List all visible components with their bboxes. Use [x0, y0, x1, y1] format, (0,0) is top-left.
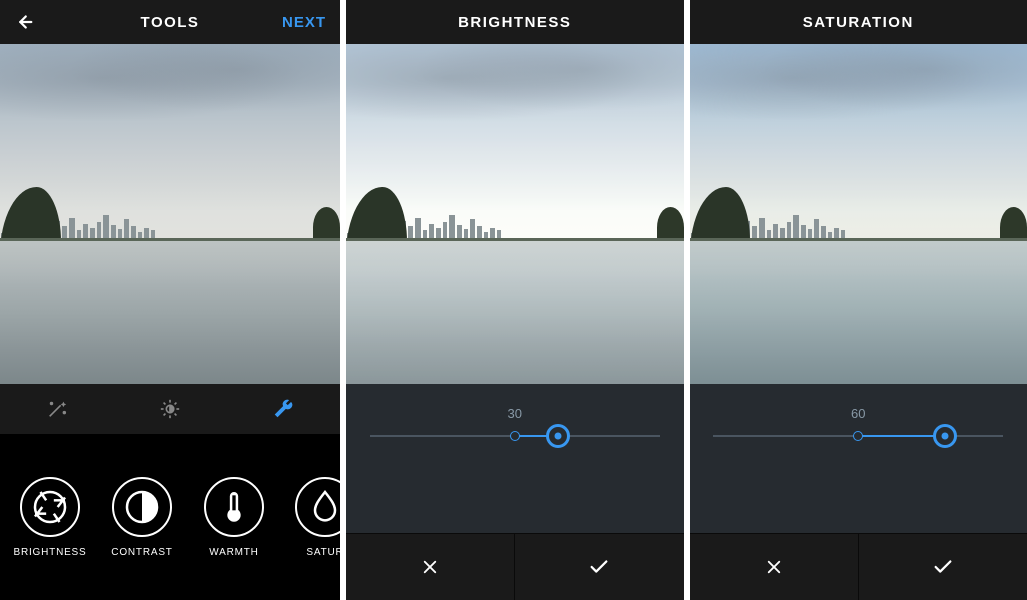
- brightness-screen: BRIGHTNESS 30: [346, 0, 684, 600]
- slider-area: 30: [346, 384, 684, 533]
- tool-saturation[interactable]: SATUR: [280, 477, 340, 558]
- sun-contrast-icon: [159, 398, 181, 420]
- cancel-button[interactable]: [690, 534, 858, 600]
- tool-contrast[interactable]: CONTRAST: [96, 477, 188, 558]
- slider-knob[interactable]: [546, 424, 570, 448]
- brightness-slider[interactable]: [370, 435, 660, 437]
- header-title: TOOLS: [141, 14, 200, 31]
- confirm-button[interactable]: [515, 534, 683, 600]
- tools-screen: TOOLS NEXT: [0, 0, 340, 600]
- photo-preview: [346, 44, 684, 384]
- confirm-button[interactable]: [859, 534, 1027, 600]
- saturation-icon: [295, 477, 340, 537]
- tool-label: WARMTH: [209, 547, 258, 558]
- thermometer-icon: [204, 477, 264, 537]
- tab-magic[interactable]: [0, 384, 113, 434]
- saturation-screen: SATURATION 60: [690, 0, 1027, 600]
- close-icon: [765, 558, 783, 576]
- aperture-icon: [20, 477, 80, 537]
- next-label: NEXT: [282, 14, 326, 31]
- saturation-slider[interactable]: [713, 435, 1003, 437]
- cancel-button[interactable]: [346, 534, 514, 600]
- slider-area: 60: [690, 384, 1027, 533]
- slider-origin-icon: [510, 431, 520, 441]
- photo-preview: [0, 44, 340, 384]
- wrench-icon: [272, 398, 294, 420]
- action-row: [690, 533, 1027, 600]
- tools-list[interactable]: BRIGHTNESS CONTRAST WARMTH SATUR: [0, 435, 340, 600]
- header: TOOLS NEXT: [0, 0, 340, 44]
- next-button[interactable]: NEXT: [282, 14, 326, 31]
- slider-value: 30: [508, 406, 522, 421]
- header-title: SATURATION: [803, 14, 914, 31]
- tool-brightness[interactable]: BRIGHTNESS: [4, 477, 96, 558]
- slider-value: 60: [851, 406, 865, 421]
- tab-tools[interactable]: [227, 384, 340, 434]
- slider-origin-icon: [853, 431, 863, 441]
- tool-warmth[interactable]: WARMTH: [188, 477, 280, 558]
- mode-tabs: [0, 384, 340, 435]
- tool-label: BRIGHTNESS: [13, 547, 86, 558]
- slider-knob[interactable]: [933, 424, 957, 448]
- header-title: BRIGHTNESS: [458, 14, 571, 31]
- back-button[interactable]: [12, 11, 34, 33]
- check-icon: [932, 556, 954, 578]
- tool-label: CONTRAST: [111, 547, 172, 558]
- close-icon: [421, 558, 439, 576]
- contrast-icon: [112, 477, 172, 537]
- back-arrow-icon: [12, 11, 34, 33]
- header: SATURATION: [690, 0, 1027, 44]
- magic-wand-icon: [46, 398, 68, 420]
- header: BRIGHTNESS: [346, 0, 684, 44]
- tab-lux[interactable]: [113, 384, 226, 434]
- tool-label: SATUR: [306, 547, 340, 558]
- photo-preview: [690, 44, 1027, 384]
- check-icon: [588, 556, 610, 578]
- action-row: [346, 533, 684, 600]
